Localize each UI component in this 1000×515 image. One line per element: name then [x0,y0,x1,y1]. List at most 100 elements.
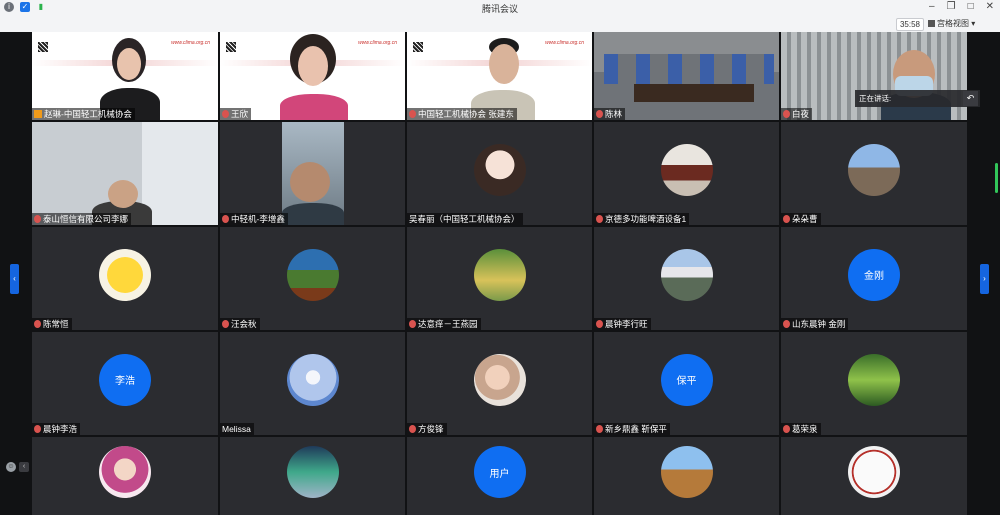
person-body [282,203,344,225]
mic-icon [34,110,42,118]
participant-label: 中国轻工机械协会 张建东 [407,108,517,120]
participant-name: 新乡鼎鑫 靳保平 [605,424,667,434]
participant-name: 赵琳-中国轻工机械协会 [44,109,132,119]
participant-name: 吴春丽（中国轻工机械协会） [409,214,520,224]
participant-avatar [848,143,900,196]
person-body [280,94,348,120]
emoji-icon[interactable]: ☺ [6,462,16,472]
participant-avatar [286,248,339,301]
mic-icon [783,110,790,118]
participant-avatar [660,143,713,196]
participant-name: 王欣 [231,109,249,119]
participant-label: 泰山恒信有限公司李娜 [32,213,132,225]
slide-url: www.clima.org.cn [545,40,584,46]
view-mode-label: 宫格视图 [937,19,969,28]
collapse-icon[interactable]: ‹ [19,462,29,472]
participant-label: 赵琳-中国轻工机械协会 [32,108,135,120]
person-face [489,44,519,84]
participant-label: 晨钟李浩 [32,423,81,435]
participant-tile[interactable] [32,437,218,515]
close-icon[interactable]: ✕ [986,1,994,12]
prev-page-button[interactable]: ‹ [10,264,19,294]
maximize-icon[interactable]: □ [968,1,974,12]
participant-name: 京德多功能啤酒设备1 [605,214,687,224]
participant-avatar [99,248,151,301]
participant-name: 达意痒－王燕园 [418,319,478,329]
participant-label: 陈常恒 [32,318,72,330]
participant-tile[interactable]: www.clima.org.cn 赵琳-中国轻工机械协会 [32,32,218,120]
participant-tile[interactable]: 吴春丽（中国轻工机械协会） [407,122,592,225]
participant-tile[interactable]: 晨钟李行旺 [594,227,779,330]
person-face [290,162,330,202]
participant-name: 中轻机-李增鑫 [231,214,285,224]
participant-tile[interactable]: Melissa [220,332,405,435]
participant-avatar: 金刚 [848,248,900,301]
next-page-button[interactable]: › [980,264,989,294]
mic-icon [596,215,603,223]
participant-tile[interactable]: 方俊锋 [407,332,592,435]
participant-name: 陈林 [605,109,623,119]
participant-avatar [660,446,713,498]
mic-icon [409,110,416,118]
mic-icon [222,320,229,328]
participant-label: Melissa [220,423,254,435]
participant-tile[interactable]: 京德多功能啤酒设备1 [594,122,779,225]
participant-tile[interactable] [781,437,967,515]
speaking-label: 正在讲话: [859,94,892,103]
slide-url: www.clima.org.cn [171,40,210,46]
qr-code-icon [38,42,48,52]
participant-tile[interactable]: 达意痒－王燕园 [407,227,592,330]
qr-code-icon [226,42,236,52]
cartoon-duck [107,256,143,293]
mic-icon [596,110,603,118]
participant-label: 汪会秋 [220,318,260,330]
mic-icon [34,215,41,223]
back-icon[interactable]: ↶ [963,91,978,106]
participant-tile[interactable]: 汪会秋 [220,227,405,330]
room-people [604,54,774,84]
participant-label: 中轻机-李增鑫 [220,213,288,225]
view-mode-button[interactable]: 宫格视图 ▾ [928,18,994,30]
mic-icon [222,215,229,223]
slide-url: www.clima.org.cn [358,40,397,46]
mic-icon [222,110,229,118]
speaking-indicator: 正在讲话: ↶ [855,90,980,107]
participant-tile[interactable]: www.clima.org.cn 王欣 [220,32,405,120]
participant-tile[interactable]: 金刚 山东晨钟 金刚 [781,227,967,330]
participant-name: 山东晨钟 金刚 [792,319,846,329]
participant-avatar [286,353,339,406]
top-toolbar [0,16,1000,32]
mic-icon [409,320,416,328]
participant-avatar [848,446,900,498]
mic-icon [596,320,603,328]
participant-tile[interactable]: 陈常恒 [32,227,218,330]
participant-tile[interactable]: 保平 新乡鼎鑫 靳保平 [594,332,779,435]
participant-tile[interactable]: 用户 [407,437,592,515]
participant-tile[interactable]: 朵朵曹 [781,122,967,225]
person-face [298,46,328,86]
minimize-icon[interactable]: – [929,1,935,12]
participant-tile[interactable] [220,437,405,515]
participant-name: 泰山恒信有限公司李娜 [43,214,129,224]
participant-label: 京德多功能啤酒设备1 [594,213,690,225]
participant-label: 达意痒－王燕园 [407,318,481,330]
participant-tile[interactable]: www.clima.org.cn 中国轻工机械协会 张建东 [407,32,592,120]
participant-label: 新乡鼎鑫 靳保平 [594,423,670,435]
mic-icon [409,425,416,433]
participant-name: 葛荣泉 [792,424,818,434]
window-title: 腾讯会议 [481,4,518,14]
participant-tile[interactable]: 泰山恒信有限公司李娜 [32,122,218,225]
participant-tile[interactable]: 李浩 晨钟李浩 [32,332,218,435]
participant-tile[interactable]: 葛荣泉 [781,332,967,435]
mic-icon [34,320,41,328]
participant-name: 汪会秋 [231,319,257,329]
participant-name: Melissa [222,424,251,434]
participant-tile[interactable] [594,437,779,515]
chevron-left-icon: ‹ [13,274,16,283]
participant-name: 白夜 [792,109,810,119]
participant-grid: www.clima.org.cn 赵琳-中国轻工机械协会 www.clima.o… [32,32,967,515]
chevron-down-icon: ▾ [971,19,976,28]
participant-tile[interactable]: 陈林 [594,32,779,120]
restore-icon[interactable]: ❐ [947,1,956,12]
participant-tile[interactable]: 中轻机-李增鑫 [220,122,405,225]
